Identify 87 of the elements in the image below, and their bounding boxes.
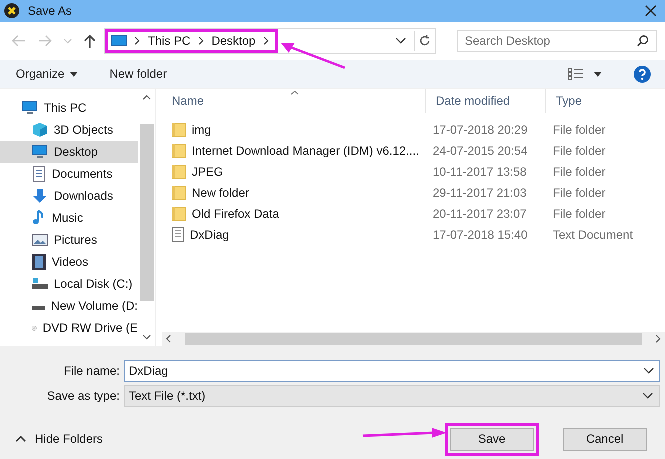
app-icon — [4, 3, 20, 19]
sidebar-item[interactable]: DVD RW Drive (E — [0, 317, 138, 339]
file-type: File folder — [552, 164, 606, 178]
scroll-left-icon[interactable] — [166, 335, 171, 343]
chevron-right-icon — [135, 37, 140, 45]
search-field[interactable]: Search Desktop — [457, 30, 657, 52]
scroll-down-icon[interactable] — [142, 335, 150, 340]
folder-icon — [172, 206, 186, 220]
file-name[interactable]: JPEG — [192, 164, 224, 178]
music-note-icon — [32, 210, 46, 226]
sidebar-item[interactable]: Desktop — [0, 141, 138, 163]
file-name[interactable]: img — [192, 122, 212, 136]
sidebar-item[interactable]: Documents — [0, 163, 138, 185]
breadcrumb-item[interactable]: Desktop — [212, 34, 256, 48]
date-modified: 10-11-2017 13:58 — [432, 164, 528, 178]
scrollbar[interactable] — [162, 332, 665, 346]
file-type: File folder — [552, 144, 606, 158]
column-header[interactable]: Date modified — [426, 89, 546, 113]
hide-folders-button[interactable]: Hide Folders — [10, 431, 110, 447]
file-type: Text Document — [552, 228, 634, 242]
file-type: File folder — [552, 122, 606, 136]
picture-icon — [32, 233, 48, 247]
monitor-icon — [32, 145, 48, 159]
date-modified: 29-11-2017 21:03 — [432, 186, 528, 200]
sort-caret-icon — [291, 91, 299, 95]
folder-icon — [172, 144, 186, 158]
text-file-icon — [172, 227, 184, 242]
folder-icon — [172, 122, 186, 136]
close-icon[interactable] — [645, 5, 657, 17]
caret-icon — [70, 72, 78, 76]
sidebar-item[interactable]: New Volume (D: — [0, 295, 138, 317]
cube-icon — [32, 122, 48, 138]
chevron-right-icon — [264, 37, 269, 45]
save-button[interactable]: Save — [450, 428, 534, 450]
caret-icon[interactable] — [594, 72, 602, 76]
monitor-icon — [22, 101, 38, 115]
folder-icon — [172, 186, 186, 200]
chevron-up-icon — [16, 436, 26, 442]
sidebar-item[interactable]: Videos — [0, 251, 138, 273]
scrollbar-thumb[interactable] — [140, 124, 154, 301]
column-header[interactable]: Name — [162, 89, 426, 113]
search-icon — [637, 35, 649, 47]
breadcrumb-item[interactable]: This PC — [148, 34, 191, 48]
column-header[interactable]: Type — [546, 89, 582, 113]
chevron-down-icon[interactable] — [396, 38, 406, 44]
window-title: Save As — [28, 4, 72, 18]
sidebar-item[interactable]: Music — [0, 207, 138, 229]
date-modified: 24-07-2015 20:54 — [432, 144, 529, 158]
file-name[interactable]: New folder — [192, 186, 250, 200]
date-modified: 17-07-2018 20:29 — [432, 122, 529, 136]
film-icon — [32, 254, 46, 270]
file-type: File folder — [552, 206, 606, 220]
save-type-dropdown[interactable]: Text File (*.txt) — [124, 384, 660, 406]
date-modified: 17-07-2018 15:40 — [432, 228, 529, 242]
down-arrow-icon — [32, 188, 48, 204]
sidebar-item[interactable]: Local Disk (C:) — [0, 273, 138, 295]
up-arrow-icon[interactable] — [84, 34, 96, 48]
file-name-field[interactable]: DxDiag — [124, 360, 660, 382]
new-folder-button[interactable]: New folder — [104, 65, 174, 83]
chevron-down-icon — [644, 368, 654, 374]
refresh-icon — [419, 35, 431, 47]
cancel-button[interactable]: Cancel — [563, 428, 647, 450]
chevron-down-icon — [643, 392, 653, 398]
scroll-right-icon[interactable] — [656, 335, 661, 343]
scrollbar-thumb[interactable] — [185, 333, 642, 345]
chevron-right-icon — [198, 37, 204, 45]
annotation-arrow — [279, 40, 347, 70]
scroll-up-icon[interactable] — [142, 95, 150, 100]
file-name[interactable]: Internet Download Manager (IDM) v6.12.... — [192, 144, 420, 158]
monitor-icon — [111, 35, 127, 47]
drive-icon — [32, 278, 48, 290]
organize-button[interactable]: Organize — [10, 65, 84, 83]
sidebar-item[interactable]: 3D Objects — [0, 119, 138, 141]
address-bar[interactable]: This PC Desktop — [104, 28, 436, 54]
file-name[interactable]: DxDiag — [190, 228, 230, 242]
date-modified: 20-11-2017 23:07 — [432, 206, 528, 220]
view-options-icon[interactable] — [568, 68, 584, 80]
file-type: File folder — [552, 186, 606, 200]
folder-icon — [172, 164, 186, 178]
sidebar-item[interactable]: Downloads — [0, 185, 138, 207]
field-label: Save as type: — [46, 388, 121, 402]
field-label: File name: — [62, 364, 121, 378]
document-icon — [32, 166, 46, 182]
help-icon[interactable] — [634, 66, 651, 82]
sidebar-item[interactable]: Pictures — [0, 229, 138, 251]
file-name[interactable]: Old Firefox Data — [192, 206, 280, 220]
sidebar-item[interactable]: This PC — [0, 97, 138, 119]
